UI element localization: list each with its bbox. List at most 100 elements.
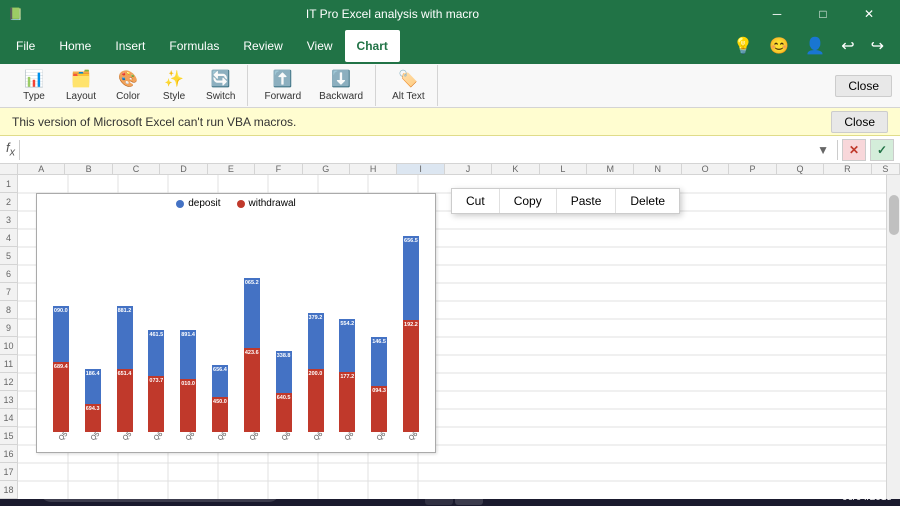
forward-button[interactable]: ⬆️ Forward [256, 65, 309, 106]
menu-item-insert[interactable]: Insert [103, 30, 157, 62]
col-header-H[interactable]: H [350, 164, 397, 174]
profile-icon[interactable]: 👤 [801, 32, 829, 60]
notice-close-button[interactable]: Close [831, 111, 888, 133]
bar-group-3: 073.7461.5Q6 [148, 330, 164, 441]
row-13[interactable]: 13 [0, 391, 17, 409]
vertical-scrollbar[interactable] [886, 175, 900, 499]
col-header-B[interactable]: B [65, 164, 112, 174]
row-1[interactable]: 1 [0, 175, 17, 193]
row-7[interactable]: 7 [0, 283, 17, 301]
withdrawal-bar-7: 640.5 [276, 393, 292, 432]
forward-icon: ⬆️ [273, 69, 293, 89]
row-9[interactable]: 9 [0, 319, 17, 337]
ctx-delete[interactable]: Delete [616, 189, 679, 213]
toolbar-close-button[interactable]: Close [835, 75, 892, 97]
layout-icon: 🗂️ [71, 69, 91, 89]
undo-icon[interactable]: ↩ [837, 32, 858, 60]
type-button[interactable]: 📊 Type [12, 65, 56, 106]
col-header-O[interactable]: O [682, 164, 729, 174]
col-header-C[interactable]: C [113, 164, 160, 174]
deposit-bar-3: 461.5 [148, 330, 164, 376]
alt-text-label: Alt Text [392, 91, 425, 102]
grid-body: 1 2 3 4 5 6 7 8 9 10 11 12 13 14 15 16 1… [0, 175, 900, 499]
help-icon[interactable]: 💡 [729, 32, 757, 60]
header-corner [0, 164, 18, 174]
row-2[interactable]: 2 [0, 193, 17, 211]
row-15[interactable]: 15 [0, 427, 17, 445]
title-bar: 📗 IT Pro Excel analysis with macro ─ □ ✕ [0, 0, 900, 28]
close-button[interactable]: ✕ [846, 0, 892, 28]
color-button[interactable]: 🎨 Color [106, 65, 150, 106]
deposit-bar-9: 554.2 [339, 319, 355, 372]
chart-area[interactable]: deposit withdrawal 689.4090.0Q5694.3186.… [36, 193, 436, 453]
alt-text-button[interactable]: 🏷️ Alt Text [384, 65, 433, 106]
deposit-bar-4: 891.4 [180, 330, 196, 379]
formula-fx: fx [6, 140, 15, 159]
style-button[interactable]: ✨ Style [152, 65, 196, 106]
type-icon: 📊 [24, 69, 44, 89]
menu-item-review[interactable]: Review [231, 30, 294, 62]
col-header-E[interactable]: E [208, 164, 255, 174]
layout-button[interactable]: 🗂️ Layout [58, 65, 104, 106]
col-header-L[interactable]: L [540, 164, 587, 174]
col-header-R[interactable]: R [824, 164, 871, 174]
forward-label: Forward [264, 91, 301, 102]
style-label: Style [163, 91, 185, 102]
cells-area[interactable]: deposit withdrawal 689.4090.0Q5694.3186.… [18, 175, 886, 499]
row-12[interactable]: 12 [0, 373, 17, 391]
row-3[interactable]: 3 [0, 211, 17, 229]
formula-input[interactable] [24, 143, 813, 157]
col-header-F[interactable]: F [255, 164, 302, 174]
col-header-J[interactable]: J [445, 164, 492, 174]
col-header-D[interactable]: D [160, 164, 207, 174]
chart-inner: 689.4090.0Q5694.3186.4Q5651.4881.2Q5073.… [37, 211, 435, 445]
deposit-bar-10: 146.5 [371, 337, 387, 386]
menu-item-home[interactable]: Home [47, 30, 103, 62]
row-8[interactable]: 8 [0, 301, 17, 319]
toolbar-group-order: ⬆️ Forward ⬇️ Backward [252, 65, 376, 106]
scrollbar-thumb[interactable] [889, 195, 899, 235]
color-label: Color [116, 91, 140, 102]
row-14[interactable]: 14 [0, 409, 17, 427]
menu-item-formulas[interactable]: Formulas [157, 30, 231, 62]
switch-button[interactable]: 🔄 Switch [198, 65, 243, 106]
formula-dropdown-arrow[interactable]: ▼ [817, 143, 829, 157]
maximize-button[interactable]: □ [800, 0, 846, 28]
ctx-paste[interactable]: Paste [557, 189, 617, 213]
col-header-S[interactable]: S [872, 164, 900, 174]
deposit-bar-5: 656.4 [212, 365, 228, 397]
row-16[interactable]: 16 [0, 445, 17, 463]
row-11[interactable]: 11 [0, 355, 17, 373]
row-6[interactable]: 6 [0, 265, 17, 283]
formula-ok-button[interactable]: ✓ [870, 139, 894, 161]
backward-button[interactable]: ⬇️ Backward [311, 65, 371, 106]
withdrawal-bar-6: 423.6 [244, 348, 260, 432]
row-5[interactable]: 5 [0, 247, 17, 265]
row-18[interactable]: 18 [0, 481, 17, 499]
bar-group-10: 094.3146.5Q6 [371, 337, 387, 441]
row-4[interactable]: 4 [0, 229, 17, 247]
col-header-G[interactable]: G [303, 164, 350, 174]
col-header-I[interactable]: I [397, 164, 444, 174]
ctx-copy[interactable]: Copy [500, 189, 557, 213]
minimize-button[interactable]: ─ [754, 0, 800, 28]
smiley-icon[interactable]: 😊 [765, 32, 793, 60]
col-header-M[interactable]: M [587, 164, 634, 174]
menu-item-file[interactable]: File [4, 30, 47, 62]
col-header-Q[interactable]: Q [777, 164, 824, 174]
col-header-N[interactable]: N [634, 164, 681, 174]
menu-item-view[interactable]: View [295, 30, 345, 62]
formula-cancel-button[interactable]: ✕ [842, 139, 866, 161]
menu-item-chart[interactable]: Chart [345, 30, 400, 62]
ctx-cut[interactable]: Cut [452, 189, 500, 213]
row-header-column: 1 2 3 4 5 6 7 8 9 10 11 12 13 14 15 16 1… [0, 175, 18, 499]
deposit-bar-1: 186.4 [85, 369, 101, 404]
row-10[interactable]: 10 [0, 337, 17, 355]
legend-withdrawal-dot [237, 200, 245, 208]
bar-group-7: 640.5338.8Q6 [276, 351, 292, 441]
col-header-P[interactable]: P [729, 164, 776, 174]
redo-icon[interactable]: ↪ [867, 32, 888, 60]
col-header-A[interactable]: A [18, 164, 65, 174]
row-17[interactable]: 17 [0, 463, 17, 481]
col-header-K[interactable]: K [492, 164, 539, 174]
